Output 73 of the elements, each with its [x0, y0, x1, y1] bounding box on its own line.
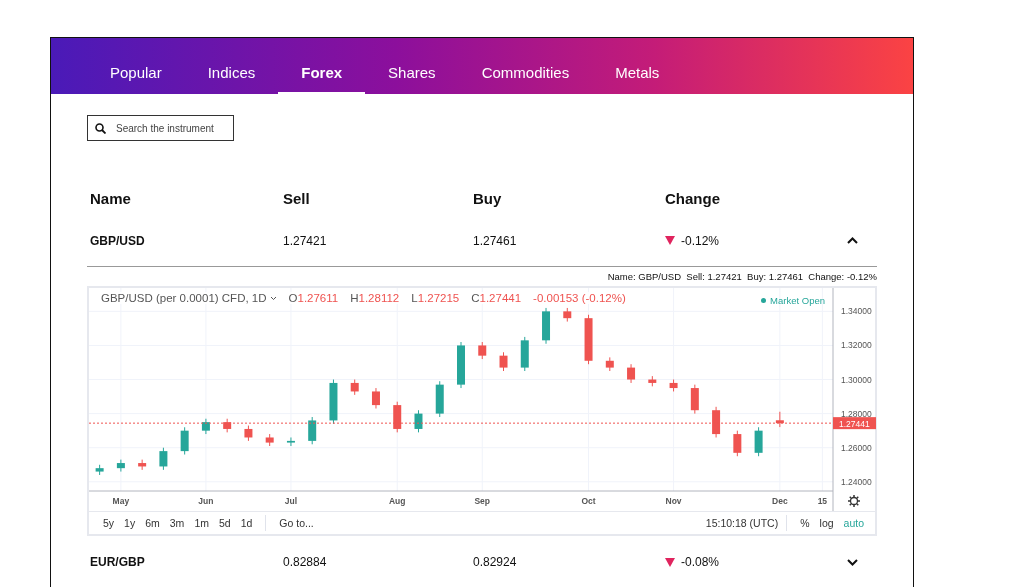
range-button[interactable]: 1y — [119, 517, 141, 529]
price-tick: 1.30000 — [841, 374, 872, 385]
category-tab[interactable]: Metals — [592, 58, 683, 94]
sell-price: 0.82884 — [283, 555, 328, 569]
price-tick: 1.26000 — [841, 442, 872, 453]
candlestick — [159, 447, 168, 471]
category-tab[interactable]: Popular — [87, 58, 185, 94]
candlestick — [627, 363, 636, 384]
range-button[interactable]: 1m — [189, 517, 214, 529]
sell-price: 1.27421 — [283, 233, 328, 248]
goto-button[interactable]: Go to... — [274, 517, 319, 529]
price-tick: 1.34000 — [841, 306, 872, 317]
candlestick — [754, 426, 763, 457]
market-status: Market Open — [770, 295, 825, 306]
scale-button[interactable]: log — [814, 517, 839, 529]
date-tick: Sep — [474, 496, 491, 506]
ohlc-value: H1.28112 — [350, 292, 400, 304]
column-header: Sell — [283, 189, 311, 207]
instrument-name: EUR/GBP — [90, 555, 146, 569]
candlestick — [286, 436, 295, 447]
range-button[interactable]: 5y — [98, 517, 120, 529]
symbol-selector[interactable]: GBP/USD (per 0.0001) CFD, 1D — [101, 292, 277, 304]
price-tick: 1.32000 — [841, 340, 872, 351]
category-tab[interactable]: Indices — [184, 58, 279, 94]
price-change: -0.00153 (-0.12%) — [533, 292, 626, 304]
range-button[interactable]: 3m — [164, 517, 190, 529]
change-value: -0.08% — [681, 555, 720, 569]
date-tick: Dec — [772, 496, 788, 506]
date-tick: Jul — [284, 496, 298, 506]
search-icon — [95, 123, 106, 134]
column-header: Name — [90, 189, 132, 207]
candlestick — [308, 416, 317, 445]
date-tick: Jun — [198, 496, 214, 506]
date-tick: May — [112, 496, 130, 506]
candlestick — [180, 426, 189, 456]
price-tick: 1.24000 — [841, 476, 872, 487]
range-button[interactable]: 1d — [235, 517, 258, 529]
date-tick: 15 — [817, 496, 828, 506]
ohlc-value: C1.27441 — [471, 292, 522, 304]
settings-icon[interactable] — [847, 494, 861, 508]
candlestick — [712, 406, 721, 438]
column-header: Change — [665, 189, 721, 207]
candlestick — [499, 351, 508, 372]
chevron-down-icon[interactable] — [847, 558, 858, 566]
category-tab[interactable]: Commodities — [458, 58, 593, 94]
column-header: Buy — [473, 189, 503, 207]
status-dot — [761, 298, 767, 303]
ohlc-value: L1.27215 — [411, 292, 460, 304]
candlestick — [733, 430, 742, 457]
range-button[interactable]: 5d — [213, 517, 236, 529]
change-value: -0.12% — [681, 233, 720, 248]
candlestick — [690, 384, 699, 415]
last-price-label: 1.27441 — [833, 417, 876, 430]
instrument-name: GBP/USD — [90, 233, 146, 248]
range-button[interactable]: 6m — [140, 517, 165, 529]
category-tab[interactable]: Forex — [278, 58, 366, 94]
date-tick: Nov — [665, 496, 682, 506]
chevron-up-icon[interactable] — [847, 237, 858, 244]
date-tick: Aug — [388, 496, 406, 506]
candlestick — [414, 409, 423, 433]
price-tick: 1.28000 — [841, 408, 872, 419]
date-tick: Oct — [581, 496, 596, 506]
search-field[interactable]: Search the instrument — [87, 115, 234, 141]
buy-price: 1.27461 — [473, 233, 518, 248]
buy-price: 0.82924 — [473, 555, 518, 569]
clock-time: 15:10:18 (UTC) — [705, 517, 779, 529]
category-tab[interactable]: Shares — [365, 58, 459, 94]
candlestick — [371, 387, 380, 409]
ohlc-value: O1.27611 — [288, 292, 339, 304]
candlestick — [116, 459, 125, 473]
scale-button[interactable]: % — [795, 517, 815, 529]
instrument-summary: Name: GBP/USD Sell: 1.27421 Buy: 1.27461 Change: -0.12% — [607, 271, 877, 282]
candlestick — [393, 401, 402, 433]
